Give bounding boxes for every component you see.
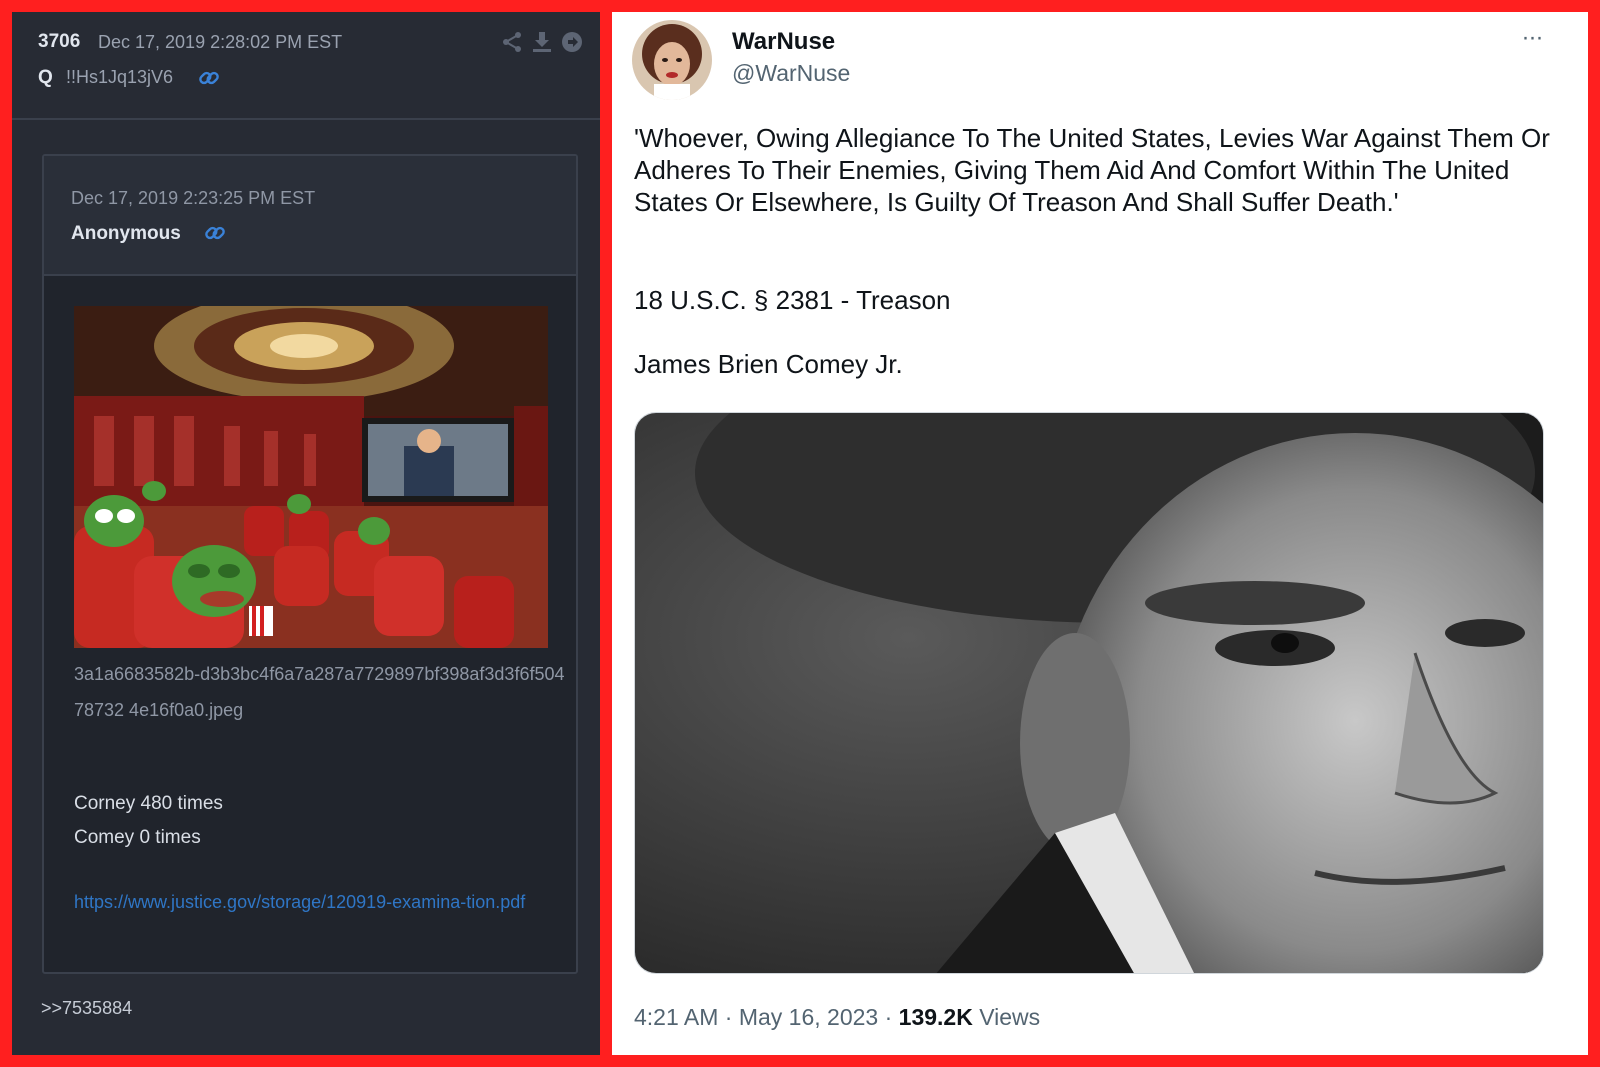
views-count: 139.2K xyxy=(898,1004,973,1030)
drop-timestamp: Dec 17, 2019 2:28:02 PM EST xyxy=(98,32,343,52)
author-q: Q xyxy=(38,67,53,88)
tripcode: !!Hs1Jq13jV6 xyxy=(66,67,174,87)
theater-meme-image[interactable] xyxy=(74,306,548,648)
meta-separator: · xyxy=(718,1004,739,1030)
tweet-meta: 4:21 AM · May 16, 2023 · 139.2K Views xyxy=(634,1004,1040,1031)
drop-number: 3706 xyxy=(38,31,81,52)
display-name[interactable]: WarNuse xyxy=(732,28,835,56)
user-handle[interactable]: @WarNuse xyxy=(732,60,850,87)
avatar[interactable] xyxy=(632,20,712,100)
tweet-date[interactable]: May 16, 2023 xyxy=(739,1004,878,1030)
drop-header: 3706 Dec 17, 2019 2:28:02 PM EST Q !!Hs1… xyxy=(12,12,600,120)
link-icon[interactable] xyxy=(204,222,226,244)
arrow-right-circle-icon[interactable] xyxy=(560,30,584,54)
quoted-post-header: Dec 17, 2019 2:23:25 PM EST Anonymous xyxy=(44,156,576,276)
more-options-button[interactable]: ··· xyxy=(1514,26,1550,54)
tweet-paragraph: 18 U.S.C. § 2381 - Treason xyxy=(634,285,951,315)
link-icon[interactable] xyxy=(198,67,220,89)
drop-actions xyxy=(500,30,582,56)
image-filename[interactable]: 3a1a6683582b-d3b3bc4f6a7a287a7729897bf39… xyxy=(74,656,574,728)
tweet-panel: WarNuse @WarNuse ··· 'Whoever, Owing All… xyxy=(612,12,1588,1055)
quoted-author: Anonymous xyxy=(71,223,181,244)
reply-reference-link[interactable]: >>7535884 xyxy=(41,998,132,1019)
quoted-timestamp: Dec 17, 2019 2:23:25 PM EST xyxy=(71,188,316,208)
post-text-line: Corney 480 times xyxy=(74,793,223,814)
justice-gov-link[interactable]: https://www.justice.gov/storage/120919-e… xyxy=(74,886,564,919)
quoted-post: Dec 17, 2019 2:23:25 PM EST Anonymous 3a… xyxy=(42,154,578,974)
meta-separator: · xyxy=(878,1004,899,1030)
download-icon[interactable] xyxy=(530,30,554,54)
post-text-line: Comey 0 times xyxy=(74,827,201,848)
tweet-photo[interactable] xyxy=(634,412,1544,974)
views-label: Views xyxy=(972,1004,1041,1030)
tweet-time[interactable]: 4:21 AM xyxy=(634,1004,718,1030)
share-icon[interactable] xyxy=(500,30,524,54)
tweet-paragraph: James Brien Comey Jr. xyxy=(634,349,903,379)
tweet-paragraph: 'Whoever, Owing Allegiance To The United… xyxy=(634,123,1550,217)
q-drop-panel: 3706 Dec 17, 2019 2:28:02 PM EST Q !!Hs1… xyxy=(12,12,600,1055)
